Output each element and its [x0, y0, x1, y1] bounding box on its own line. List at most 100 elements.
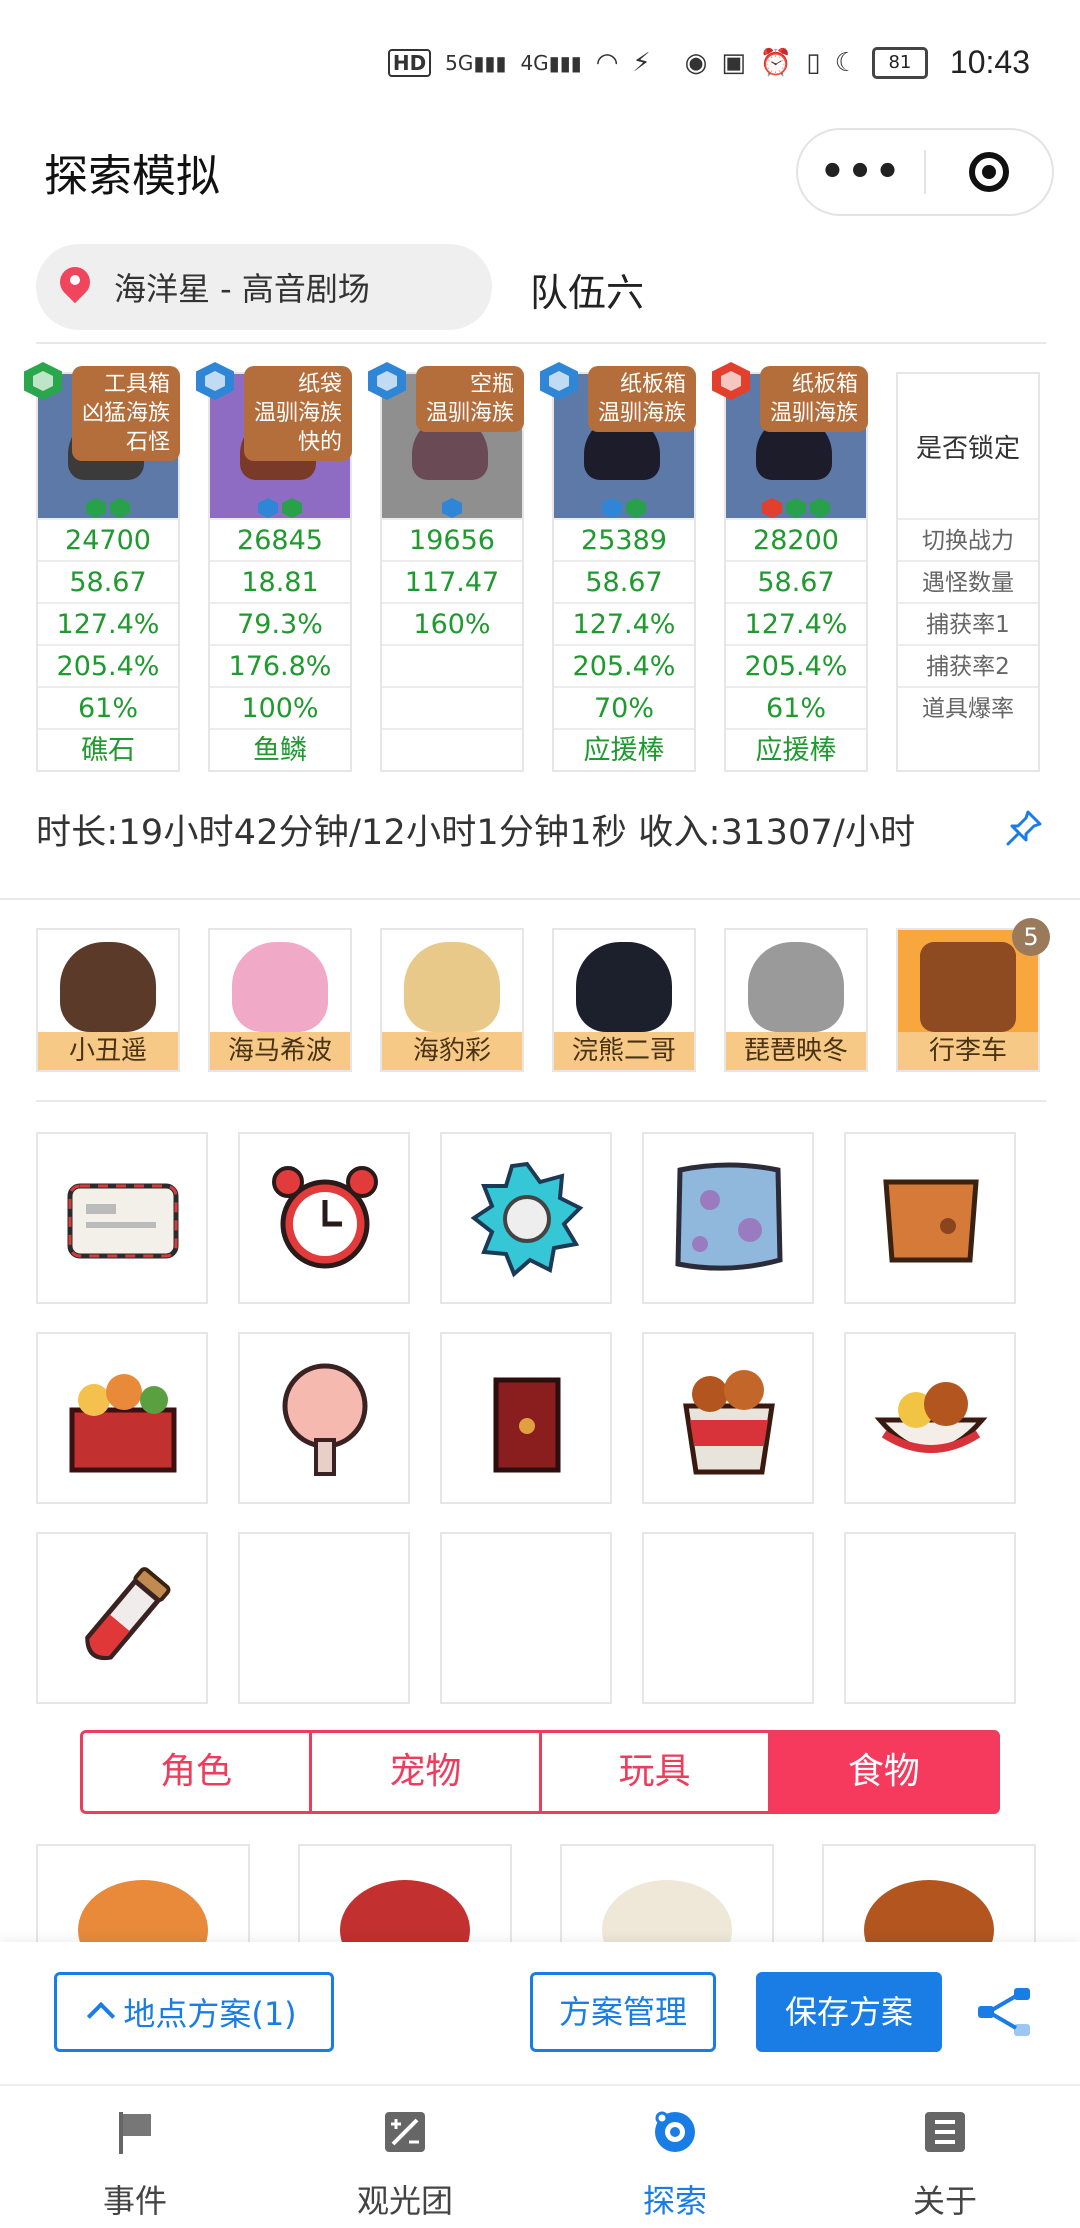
row-label: 道具爆率	[898, 686, 1038, 730]
tag-line: 快的	[297, 430, 342, 455]
item-slot[interactable]	[642, 1332, 814, 1504]
nav-about[interactable]: 关于	[810, 2086, 1080, 2228]
tab-toy[interactable]: 玩具	[542, 1733, 771, 1811]
food-option[interactable]	[822, 1844, 1036, 1944]
item-slot-empty[interactable]	[440, 1532, 612, 1704]
plan-manage-button[interactable]: 方案管理	[530, 1972, 716, 2052]
stat-capture1: 160%	[382, 602, 522, 646]
signal-4g-label: 4G	[520, 50, 549, 75]
alarm-clock-icon	[272, 1166, 378, 1269]
more-button[interactable]: •••	[798, 149, 924, 195]
character-card[interactable]: 海马希波	[208, 928, 352, 1072]
character-name: 浣熊二哥	[554, 1032, 694, 1070]
character-card[interactable]: 琵琶映冬	[724, 928, 868, 1072]
tag-line: 空瓶	[469, 372, 514, 397]
seal-avatar-icon	[404, 942, 500, 1032]
luggage-cart-icon	[920, 942, 1016, 1032]
clown-avatar-icon	[60, 942, 156, 1032]
gem-row	[554, 498, 694, 518]
moon-icon: ☾	[834, 47, 858, 78]
pin-icon[interactable]	[1004, 808, 1044, 848]
lock-column[interactable]: 是否锁定 切换战力 遇怪数量 捕获率1 捕获率2 道具爆率	[896, 372, 1040, 772]
share-icon[interactable]	[976, 1986, 1032, 2038]
member-column[interactable]: 工具箱 凶猛海族 石怪 24700 58.67 127.4% 205.4% 61…	[24, 362, 180, 772]
explore-icon	[655, 2111, 695, 2152]
green-gem-icon	[786, 498, 806, 518]
member-column[interactable]: 纸板箱 温驯海族 28200 58.67 127.4% 205.4% 61% 应…	[712, 362, 868, 772]
team-stats-grid: 工具箱 凶猛海族 石怪 24700 58.67 127.4% 205.4% 61…	[24, 362, 1048, 772]
character-card[interactable]: 海豹彩	[380, 928, 524, 1072]
nav-events[interactable]: 事件	[0, 2086, 270, 2228]
item-slot[interactable]	[642, 1132, 814, 1304]
food-option[interactable]	[36, 1844, 250, 1944]
stat-capture2: 176.8%	[210, 644, 350, 688]
item-slot[interactable]	[36, 1132, 208, 1304]
item-slot-empty[interactable]	[238, 1532, 410, 1704]
tag-line: 纸板箱	[619, 372, 686, 397]
tag-line: 温驯海族	[425, 401, 514, 426]
nav-explore[interactable]: 探索	[540, 2086, 810, 2228]
food-box-icon	[69, 1374, 177, 1473]
tag-line: 温驯海族	[769, 401, 858, 426]
close-miniprogram-button[interactable]	[926, 152, 1052, 192]
team-name[interactable]: 队伍六	[530, 262, 644, 317]
item-slot[interactable]	[844, 1332, 1016, 1504]
location-plan-button[interactable]: 地点方案(1)	[54, 1972, 334, 2052]
curry-bowl-icon	[864, 1880, 994, 1944]
green-gem-icon	[282, 498, 302, 518]
chicken-bowl-icon	[874, 1382, 988, 1453]
member-portrait: 工具箱 凶猛海族 石怪	[38, 366, 180, 518]
character-name: 海马希波	[210, 1032, 350, 1070]
target-icon	[969, 152, 1009, 192]
envelope-icon	[67, 1183, 179, 1259]
stat-capture1: 127.4%	[554, 602, 694, 646]
item-slot[interactable]	[238, 1132, 410, 1304]
item-slot[interactable]	[238, 1332, 410, 1504]
alarm-icon: ⏰	[759, 47, 793, 78]
item-slot[interactable]	[440, 1132, 612, 1304]
blue-blanket-icon	[675, 1162, 783, 1271]
stat-encounters: 58.67	[726, 560, 866, 604]
tag-line: 石怪	[125, 430, 170, 455]
member-column[interactable]: 纸板箱 温驯海族 25389 58.67 127.4% 205.4% 70% 应…	[540, 362, 696, 772]
nav-tour[interactable]: 观光团	[270, 2086, 540, 2228]
save-plan-button[interactable]: 保存方案	[756, 1972, 942, 2052]
food-option[interactable]	[560, 1844, 774, 1944]
item-slot[interactable]	[36, 1332, 208, 1504]
member-column[interactable]: 空瓶 温驯海族 19656 117.47 160%	[368, 362, 524, 772]
stat-encounters: 58.67	[554, 560, 694, 604]
member-portrait: 纸板箱 温驯海族	[554, 366, 696, 518]
item-slot-empty[interactable]	[844, 1532, 1016, 1704]
stat-drop-rate: 100%	[210, 686, 350, 730]
member-tag: 纸板箱 温驯海族	[587, 366, 696, 432]
signal-5g-label: 5G	[445, 50, 474, 75]
nfc-icon: ▣	[721, 47, 746, 78]
tag-line: 凶猛海族	[81, 401, 170, 426]
location-plan-label: 地点方案(1)	[123, 1995, 297, 2033]
tab-role[interactable]: 角色	[83, 1733, 313, 1811]
menu-capsule: •••	[796, 128, 1054, 216]
stat-encounters: 117.47	[382, 560, 522, 604]
tab-pet[interactable]: 宠物	[312, 1733, 542, 1811]
item-slot-empty[interactable]	[642, 1532, 814, 1704]
fried-chicken-bucket-icon	[683, 1370, 775, 1475]
wifi-icon: ◠	[595, 47, 619, 78]
item-slot[interactable]	[36, 1532, 208, 1704]
item-slot[interactable]	[844, 1132, 1016, 1304]
character-card[interactable]: 小丑遥	[36, 928, 180, 1072]
chevron-up-icon	[87, 2001, 116, 2031]
tag-line: 温驯海族	[597, 401, 686, 426]
character-name: 琵琶映冬	[726, 1032, 866, 1070]
member-tag: 纸板箱 温驯海族	[759, 366, 868, 432]
location-selector[interactable]: 海洋星 - 高音剧场	[36, 244, 492, 330]
stat-drop-rate	[382, 686, 522, 730]
tab-food[interactable]: 食物	[770, 1733, 997, 1811]
item-slot[interactable]	[440, 1332, 612, 1504]
stat-encounters: 18.81	[210, 560, 350, 604]
member-column[interactable]: 纸袋 温驯海族 快的 26845 18.81 79.3% 176.8% 100%…	[196, 362, 352, 772]
character-card[interactable]: 浣熊二哥	[552, 928, 696, 1072]
divider	[36, 1100, 1046, 1102]
food-option[interactable]	[298, 1844, 512, 1944]
duration-income-text: 时长:19小时42分钟/12小时1分钟1秒 收入:31307/小时	[36, 813, 916, 853]
character-name: 小丑遥	[38, 1032, 178, 1070]
